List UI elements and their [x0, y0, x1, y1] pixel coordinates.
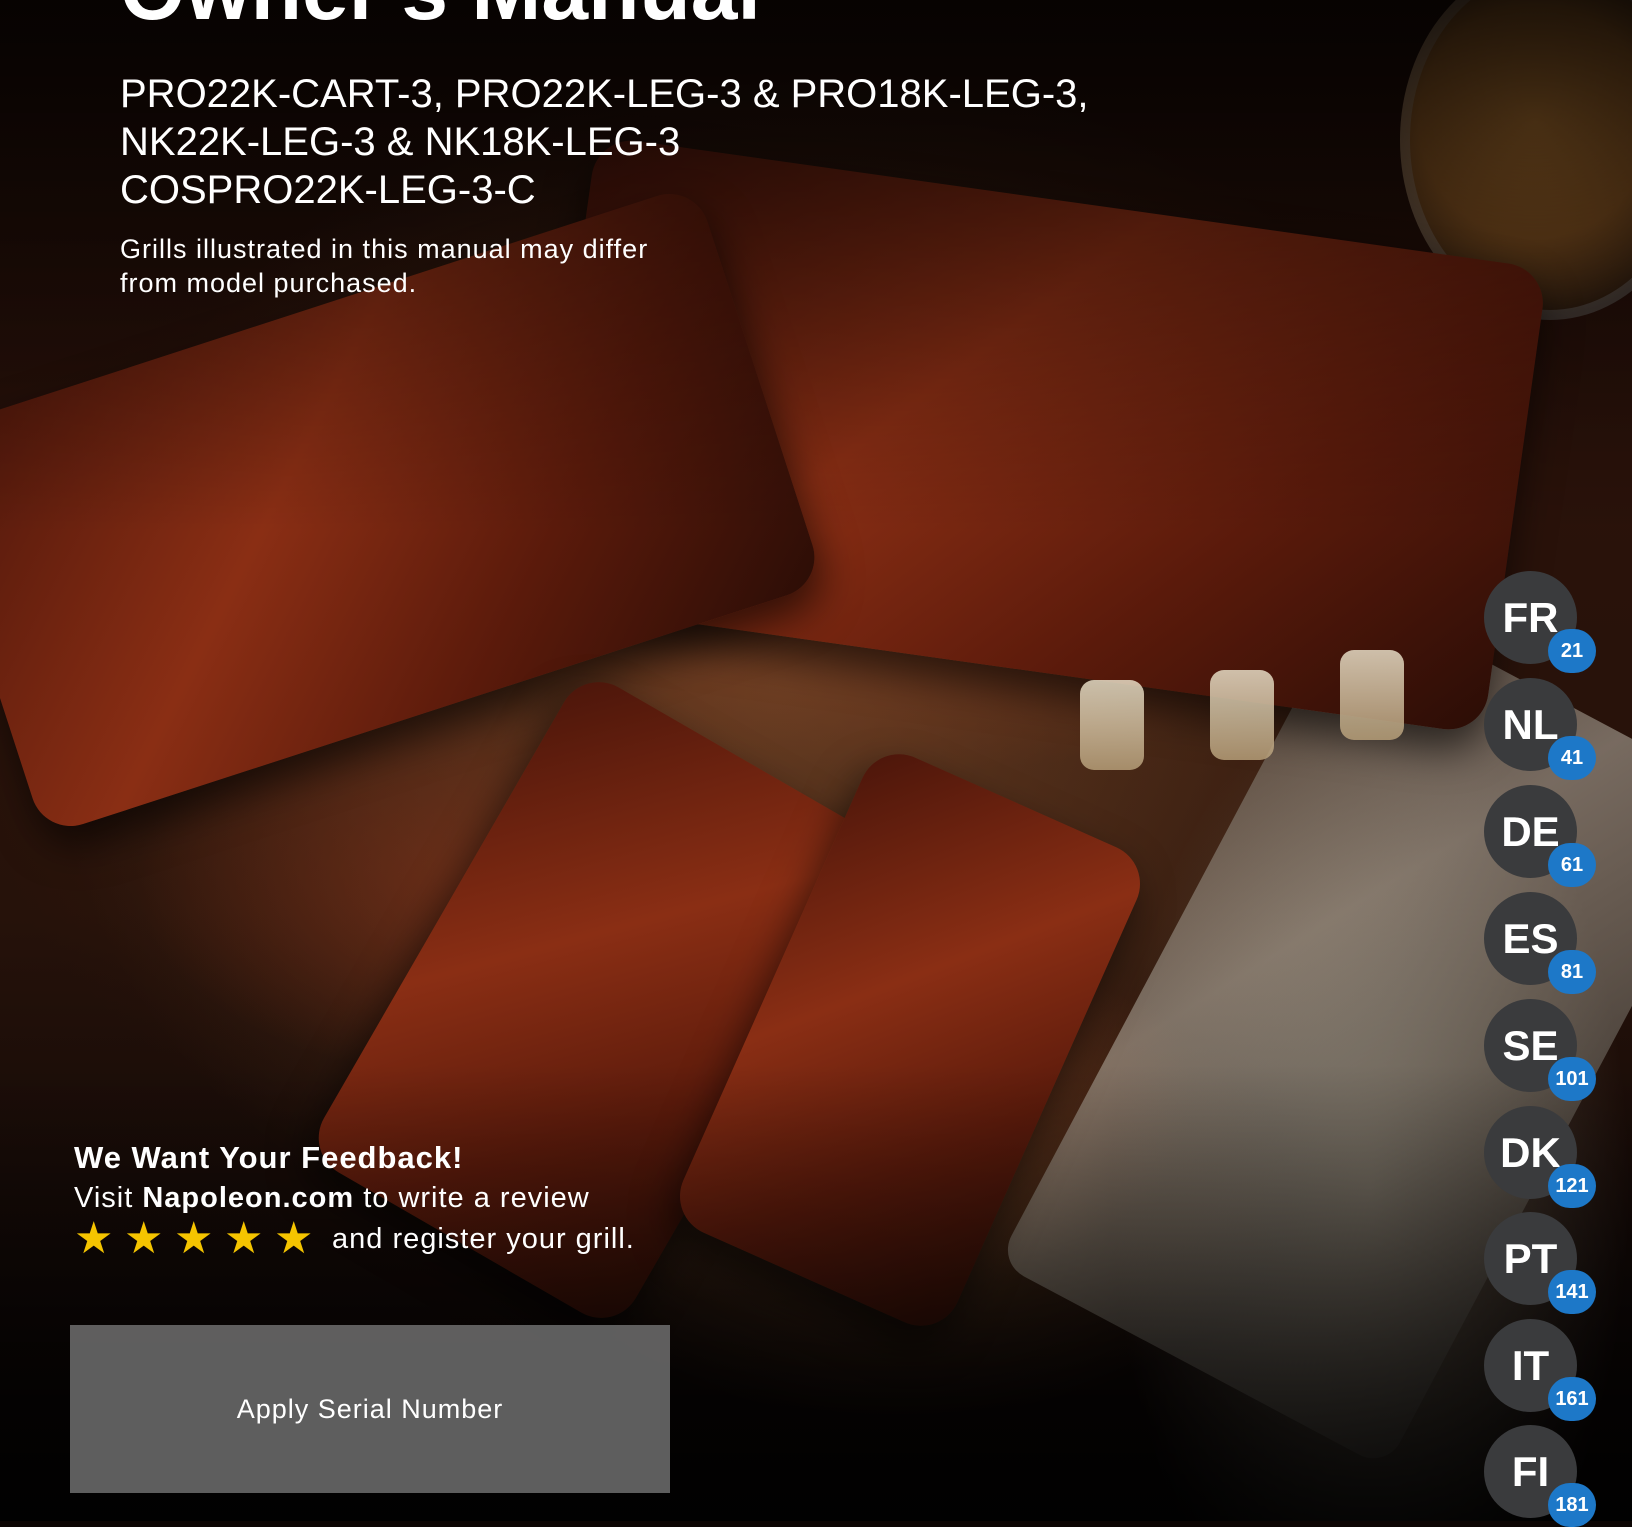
feedback-visit-line: Visit Napoleon.com to write a review	[74, 1178, 635, 1218]
visit-prefix: Visit	[74, 1182, 143, 1214]
page-number-badge: 61	[1548, 843, 1596, 887]
page-number-badge: 41	[1548, 736, 1596, 780]
language-badge-fi[interactable]: FI 181	[1484, 1425, 1596, 1527]
model-line: COSPRO22K-LEG-3-C	[120, 168, 536, 212]
serial-number-label: Apply Serial Number	[236, 1393, 504, 1424]
manual-title: Owner's Manual	[120, 0, 761, 32]
page-number-badge: 21	[1548, 629, 1596, 673]
disclaimer: Grills illustrated in this manual may di…	[120, 232, 648, 300]
star-icon: ★	[224, 1214, 264, 1263]
star-icon: ★	[174, 1214, 214, 1263]
star-icon: ★	[74, 1214, 114, 1263]
language-badge-se[interactable]: SE 101	[1484, 999, 1596, 1101]
visit-suffix: to write a review	[354, 1182, 590, 1214]
vignette	[0, 0, 1632, 1521]
register-text: and register your grill.	[332, 1223, 635, 1255]
language-badge-es[interactable]: ES 81	[1484, 892, 1596, 994]
page-number-badge: 81	[1548, 950, 1596, 994]
feedback-block: We Want Your Feedback! Visit Napoleon.co…	[74, 1138, 635, 1263]
model-list: PRO22K-CART-3, PRO22K-LEG-3 & PRO18K-LEG…	[120, 70, 1089, 214]
language-badge-fr[interactable]: FR 21	[1484, 571, 1596, 673]
language-badge-nl[interactable]: NL 41	[1484, 678, 1596, 780]
language-badge-pt[interactable]: PT 141	[1484, 1212, 1596, 1314]
page-number-badge: 121	[1548, 1164, 1596, 1208]
rating-row: ★ ★ ★ ★ ★ and register your grill.	[74, 1214, 635, 1263]
serial-number-box: Apply Serial Number	[70, 1325, 670, 1493]
page-number-badge: 141	[1548, 1270, 1596, 1314]
disclaimer-line: from model purchased.	[120, 268, 418, 298]
star-icon: ★	[124, 1214, 164, 1263]
model-line: PRO22K-CART-3, PRO22K-LEG-3 & PRO18K-LEG…	[120, 72, 1089, 116]
language-badge-dk[interactable]: DK 121	[1484, 1106, 1596, 1208]
page-number-badge: 181	[1548, 1483, 1596, 1527]
page-number-badge: 101	[1548, 1057, 1596, 1101]
feedback-title: We Want Your Feedback!	[74, 1140, 464, 1175]
page-number-badge: 161	[1548, 1377, 1596, 1421]
cover-photo	[0, 0, 1632, 1521]
language-badge-it[interactable]: IT 161	[1484, 1319, 1596, 1421]
napoleon-link[interactable]: Napoleon.com	[142, 1182, 354, 1214]
language-badge-de[interactable]: DE 61	[1484, 785, 1596, 887]
disclaimer-line: Grills illustrated in this manual may di…	[120, 234, 649, 264]
model-line: NK22K-LEG-3 & NK18K-LEG-3	[120, 120, 681, 164]
star-icon: ★	[274, 1214, 314, 1263]
